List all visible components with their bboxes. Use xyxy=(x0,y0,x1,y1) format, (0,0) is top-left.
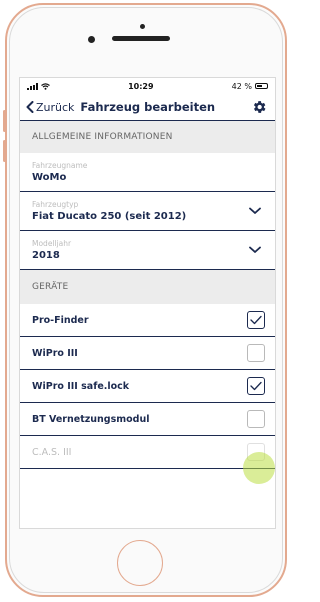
chevron-down-icon xyxy=(249,246,261,253)
device-checkbox[interactable] xyxy=(247,377,265,395)
device-row-cas-iii: C.A.S. III xyxy=(20,436,275,469)
device-label: C.A.S. III xyxy=(32,446,72,458)
battery-icon xyxy=(254,83,268,89)
section-general-header: ALLGEMEINE INFORMATIONEN xyxy=(20,121,275,153)
back-label: Zurück xyxy=(36,100,75,114)
device-checkbox[interactable] xyxy=(247,344,265,362)
home-button[interactable] xyxy=(117,540,163,586)
signal-icon xyxy=(27,82,38,90)
device-checkbox[interactable] xyxy=(247,311,265,329)
device-row-wipro-iii-safe-lock[interactable]: WiPro III safe.lock xyxy=(20,370,275,403)
status-time: 10:29 xyxy=(128,81,154,91)
gear-icon[interactable] xyxy=(251,99,267,115)
vehicle-type-value: Fiat Ducato 250 (seit 2012) xyxy=(32,211,187,222)
device-row-wipro-iii[interactable]: WiPro III xyxy=(20,337,275,370)
device-row-bt-vernetzungsmodul[interactable]: BT Vernetzungsmodul xyxy=(20,403,275,436)
touch-indicator xyxy=(243,452,275,484)
earpiece-speaker xyxy=(112,36,170,41)
checkmark-icon xyxy=(250,381,262,391)
status-right: 42 % xyxy=(232,82,268,91)
app-screen: 10:29 42 % Zurück Fahrzeug bearbeiten AL… xyxy=(19,77,276,529)
section-devices-header: GERÄTE xyxy=(20,270,275,304)
status-left xyxy=(27,82,50,90)
front-sensor xyxy=(140,24,145,29)
battery-percent: 42 % xyxy=(231,81,252,91)
navigation-bar: Zurück Fahrzeug bearbeiten xyxy=(20,94,275,121)
model-year-label: Modelljahr xyxy=(32,239,72,248)
status-bar: 10:29 42 % xyxy=(20,78,275,94)
volume-up-button xyxy=(3,110,6,132)
vehicle-type-label: Fahrzeugtyp xyxy=(32,200,79,209)
model-year-value: 2018 xyxy=(32,250,60,261)
page-title: Fahrzeug bearbeiten xyxy=(80,100,216,114)
checkmark-icon xyxy=(250,315,262,325)
device-label: WiPro III safe.lock xyxy=(32,380,130,392)
model-year-field[interactable]: Modelljahr 2018 xyxy=(20,231,275,270)
chevron-down-icon xyxy=(249,207,261,214)
vehicle-name-field[interactable]: Fahrzeugname WoMo xyxy=(20,153,275,192)
wifi-icon xyxy=(41,82,50,90)
vehicle-type-field[interactable]: Fahrzeugtyp Fiat Ducato 250 (seit 2012) xyxy=(20,192,275,231)
device-label: WiPro III xyxy=(32,347,78,359)
device-checkbox[interactable] xyxy=(247,410,265,428)
device-label: BT Vernetzungsmodul xyxy=(32,413,150,425)
volume-down-button xyxy=(3,140,6,162)
vehicle-name-label: Fahrzeugname xyxy=(32,161,88,170)
front-camera xyxy=(88,36,95,43)
device-row-pro-finder[interactable]: Pro-Finder xyxy=(20,304,275,337)
vehicle-name-value: WoMo xyxy=(32,172,67,183)
chevron-left-icon xyxy=(26,101,34,113)
device-label: Pro-Finder xyxy=(32,314,89,326)
back-button[interactable]: Zurück xyxy=(26,101,74,114)
